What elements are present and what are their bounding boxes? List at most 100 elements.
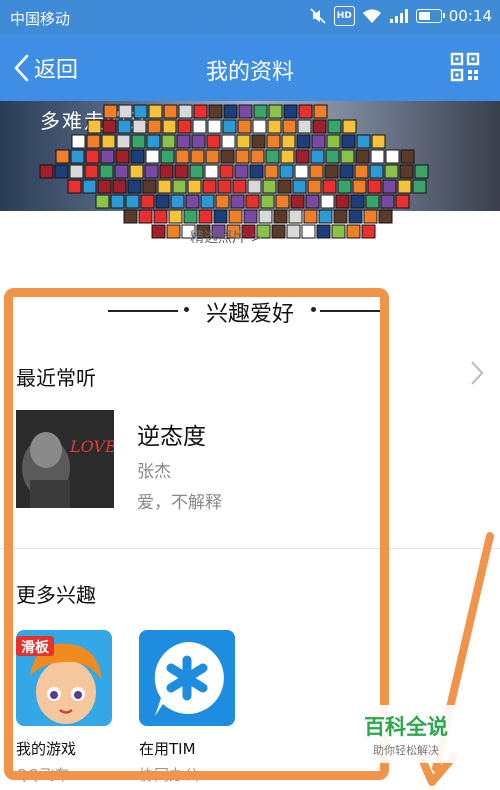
mosaic-tile bbox=[337, 179, 352, 194]
mosaic-tile bbox=[202, 179, 217, 194]
mosaic-tile bbox=[356, 134, 371, 149]
app-item-game[interactable]: 滑板 我的游戏 QQ飞车 bbox=[16, 630, 116, 784]
mosaic-tile bbox=[236, 134, 251, 149]
mosaic-tile bbox=[99, 164, 114, 179]
mosaic-tile bbox=[222, 119, 237, 134]
mosaic-tile bbox=[346, 224, 361, 239]
mosaic-tile bbox=[307, 179, 322, 194]
mosaic-tile bbox=[138, 209, 153, 224]
mosaic-tile bbox=[252, 119, 267, 134]
recent-listen-label: 最近常听 bbox=[16, 366, 96, 390]
mosaic-tile bbox=[223, 104, 238, 119]
mosaic-tile bbox=[187, 179, 202, 194]
mosaic-tile bbox=[168, 209, 183, 224]
mosaic-tile bbox=[82, 179, 97, 194]
game-app-icon: 滑板 bbox=[16, 630, 112, 726]
chevron-right-icon[interactable] bbox=[470, 360, 484, 386]
signal-icon bbox=[389, 6, 409, 26]
mosaic-tile bbox=[295, 149, 310, 164]
mosaic-tile bbox=[250, 149, 265, 164]
app-name-game: 我的游戏 bbox=[16, 740, 77, 758]
album-cover-text: LOVE bbox=[69, 437, 114, 456]
mosaic-tile bbox=[258, 209, 273, 224]
mosaic-tile bbox=[277, 179, 292, 194]
mosaic-tile bbox=[325, 149, 340, 164]
app-item-tim[interactable]: 在用TIM 协同办公 bbox=[139, 630, 239, 784]
clock: 00:14 bbox=[448, 7, 492, 25]
mosaic-tile bbox=[116, 134, 131, 149]
mosaic-tile bbox=[326, 134, 341, 149]
mosaic-tile bbox=[172, 179, 187, 194]
mosaic-tile bbox=[316, 224, 331, 239]
mosaic-tile bbox=[296, 134, 311, 149]
mosaic-tile bbox=[207, 119, 222, 134]
mosaic-tile bbox=[206, 134, 221, 149]
wifi-icon bbox=[362, 6, 382, 26]
mosaic-tile bbox=[313, 104, 328, 119]
mosaic-tile bbox=[414, 164, 429, 179]
mosaic-tile bbox=[310, 149, 325, 164]
mosaic-tile bbox=[166, 224, 181, 239]
mute-icon bbox=[309, 6, 327, 26]
mosaic-tile bbox=[400, 149, 415, 164]
mosaic-tile bbox=[189, 164, 204, 179]
mosaic-tile bbox=[144, 164, 159, 179]
mosaic-tile bbox=[237, 119, 252, 134]
mosaic-tile bbox=[384, 164, 399, 179]
mosaic-tile bbox=[352, 179, 367, 194]
app-name-tim: 在用TIM bbox=[139, 740, 196, 758]
watermark-title: 百科全说 bbox=[364, 715, 448, 739]
mosaic-tile bbox=[382, 179, 397, 194]
mosaic-tile bbox=[275, 194, 290, 209]
mosaic-tile bbox=[132, 119, 147, 134]
mosaic-tile bbox=[133, 104, 148, 119]
photo-link[interactable]: 精选照片 > bbox=[190, 227, 262, 247]
mosaic-tile bbox=[298, 104, 313, 119]
mosaic-tile bbox=[97, 179, 112, 194]
more-interests-label: 更多兴趣 bbox=[16, 583, 96, 607]
mosaic-tile bbox=[87, 119, 102, 134]
mosaic-tile bbox=[160, 149, 175, 164]
mosaic-tile bbox=[140, 194, 155, 209]
mosaic-tile bbox=[175, 149, 190, 164]
mosaic-tile bbox=[395, 194, 410, 209]
mosaic-tile bbox=[342, 119, 357, 134]
mosaic-tile bbox=[303, 209, 318, 224]
mosaic-tile bbox=[331, 224, 346, 239]
mosaic-tile bbox=[145, 149, 160, 164]
mosaic-tile bbox=[131, 134, 146, 149]
tim-app-icon bbox=[139, 630, 235, 726]
mosaic-tile bbox=[67, 179, 82, 194]
mosaic-tile bbox=[318, 209, 333, 224]
mosaic-tile bbox=[170, 194, 185, 209]
header-dot-right bbox=[311, 307, 316, 312]
mosaic-tile bbox=[142, 179, 157, 194]
mosaic-tile bbox=[247, 179, 262, 194]
mosaic-tile bbox=[363, 209, 378, 224]
mosaic-tile bbox=[335, 194, 350, 209]
app-sub-tim: 协同办公 bbox=[139, 766, 200, 784]
section-divider bbox=[0, 548, 500, 549]
mosaic-tile bbox=[200, 194, 215, 209]
mosaic-tile bbox=[228, 209, 243, 224]
mosaic-tile bbox=[399, 164, 414, 179]
mosaic-tile bbox=[112, 179, 127, 194]
mosaic-tile bbox=[245, 194, 260, 209]
mosaic-tile bbox=[311, 134, 326, 149]
mosaic-tile bbox=[267, 119, 282, 134]
mosaic-tile bbox=[178, 104, 193, 119]
mosaic-tile bbox=[153, 209, 168, 224]
mosaic-tile bbox=[297, 119, 312, 134]
mosaic-tile bbox=[130, 149, 145, 164]
mosaic-tile bbox=[220, 149, 235, 164]
carrier-name: 中国移动 bbox=[10, 10, 71, 28]
mosaic-tile bbox=[177, 119, 192, 134]
mosaic-tile bbox=[115, 149, 130, 164]
photo-wall[interactable]: 多难走的路 精选照片 > bbox=[0, 101, 500, 251]
qr-code-button[interactable] bbox=[450, 52, 480, 82]
mosaic-tile bbox=[217, 179, 232, 194]
mosaic-tile bbox=[361, 224, 376, 239]
mosaic-tile bbox=[294, 164, 309, 179]
mosaic-tile bbox=[238, 104, 253, 119]
mosaic-tile bbox=[292, 179, 307, 194]
